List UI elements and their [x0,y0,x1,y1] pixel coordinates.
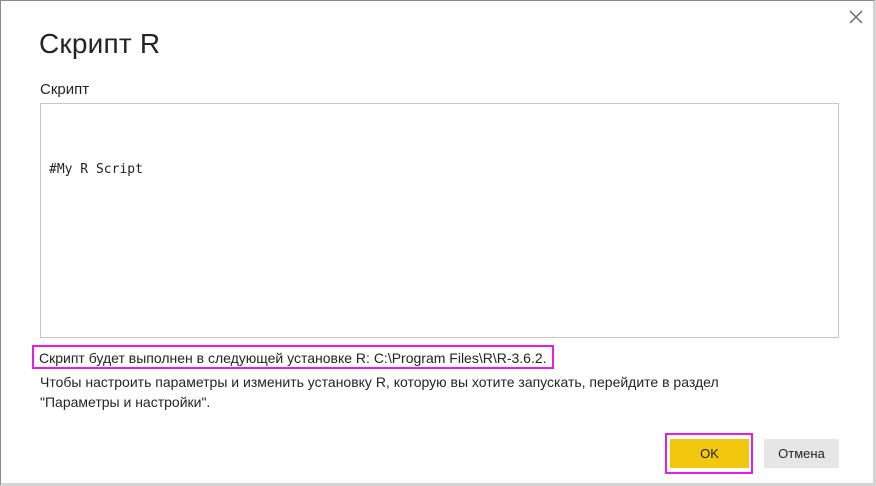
ok-button[interactable]: OK [670,439,749,468]
close-icon [849,10,863,24]
settings-hint-text: Чтобы настроить параметры и изменить уст… [40,374,719,410]
cancel-button[interactable]: Отмена [764,439,839,468]
close-button[interactable] [846,7,866,27]
dialog-title: Скрипт R [39,28,161,59]
r-installation-info: Скрипт будет выполнен в следующей устано… [32,345,554,369]
script-label: Скрипт [40,81,90,98]
r-script-dialog: Скрипт R Скрипт #My R Script Скрипт буде… [0,0,876,486]
script-editor[interactable]: #My R Script [40,103,839,338]
script-content: #My R Script [49,162,143,177]
